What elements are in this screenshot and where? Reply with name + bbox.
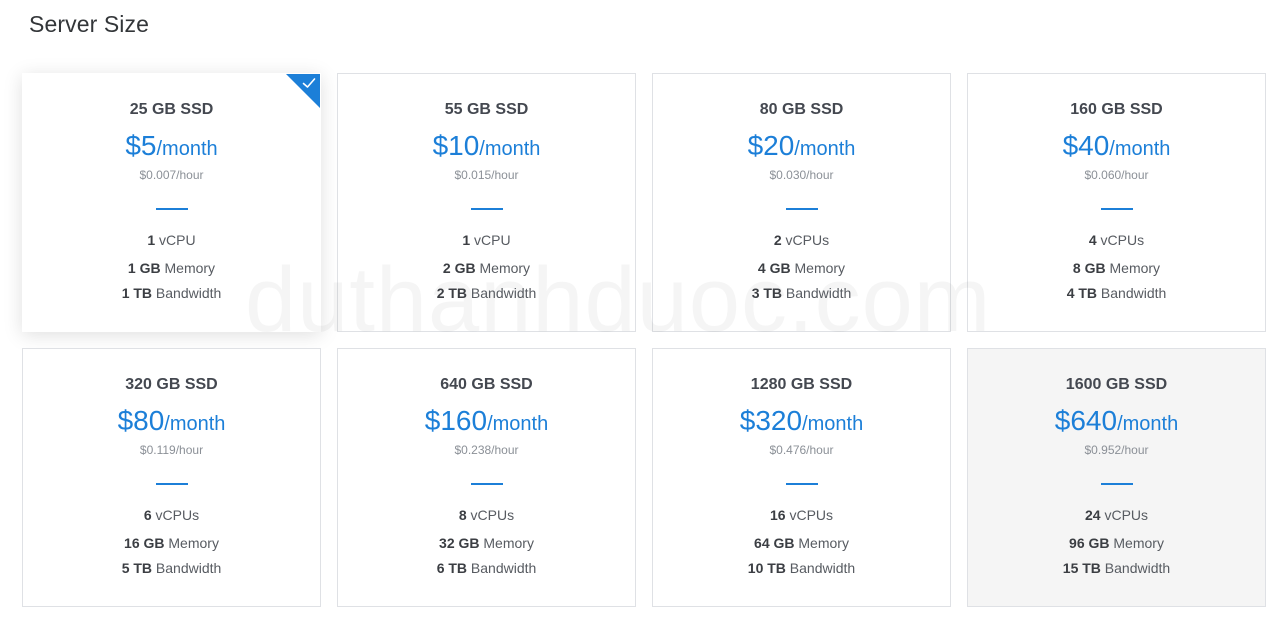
plan-memory: 96 GB Memory [1069, 535, 1164, 551]
plan-hourly-price: $0.476/hour [769, 443, 834, 457]
plan-price: $160/month [338, 404, 635, 443]
plan-price-period: /month [802, 413, 864, 435]
plan-card-55gb[interactable]: 55 GB SSD $10/month $0.015/hour 1 vCPU 2… [337, 73, 636, 332]
checkmark-icon [302, 78, 316, 88]
plan-memory: 8 GB Memory [1072, 260, 1161, 276]
plan-cpu: 6 vCPUs [143, 507, 200, 523]
plan-memory: 32 GB Memory [439, 535, 534, 551]
plan-price-amount: $160 [424, 405, 488, 436]
server-size-page: Server Size 25 GB SSD $5/month $0.007/ho… [0, 0, 1285, 628]
plan-price: $20/month [653, 129, 950, 168]
plan-hourly-price: $0.952/hour [1084, 443, 1149, 457]
plan-divider [470, 483, 503, 485]
plan-price-period: /month [156, 138, 218, 160]
plan-hourly-price: $0.119/hour [139, 443, 204, 457]
plan-cpu: 16 vCPUs [769, 507, 834, 523]
plan-price-period: /month [1109, 138, 1171, 160]
section-title: Server Size [29, 11, 149, 37]
plan-bandwidth: 5 TB Bandwidth [121, 560, 222, 576]
plan-hourly-price: $0.007/hour [139, 168, 204, 182]
plan-disk: 25 GB SSD [129, 101, 214, 118]
plan-hourly-price: $0.238/hour [454, 443, 519, 457]
plan-price-period: /month [487, 413, 549, 435]
plan-bandwidth: 6 TB Bandwidth [436, 560, 537, 576]
plan-card-1600gb[interactable]: 1600 GB SSD $640/month $0.952/hour 24 vC… [967, 348, 1266, 607]
plan-price-amount: $10 [432, 130, 480, 161]
plan-divider [470, 208, 503, 210]
plan-memory: 4 GB Memory [757, 260, 846, 276]
plan-cpu: 8 vCPUs [458, 507, 515, 523]
plan-divider [1100, 483, 1133, 485]
plan-card-160gb[interactable]: 160 GB SSD $40/month $0.060/hour 4 vCPUs… [967, 73, 1266, 332]
plan-card-1280gb[interactable]: 1280 GB SSD $320/month $0.476/hour 16 vC… [652, 348, 951, 607]
plan-bandwidth: 4 TB Bandwidth [1066, 285, 1167, 301]
plan-memory: 1 GB Memory [127, 260, 216, 276]
plan-price-amount: $40 [1062, 130, 1110, 161]
plan-price-period: /month [479, 138, 541, 160]
plan-price: $640/month [968, 404, 1265, 443]
plan-price-period: /month [794, 138, 856, 160]
plan-disk: 1600 GB SSD [1065, 376, 1168, 393]
plan-hourly-price: $0.060/hour [1084, 168, 1149, 182]
plan-card-25gb[interactable]: 25 GB SSD $5/month $0.007/hour 1 vCPU 1 … [22, 73, 321, 332]
plan-memory: 64 GB Memory [754, 535, 849, 551]
plan-price-amount: $640 [1054, 405, 1118, 436]
plan-bandwidth: 10 TB Bandwidth [747, 560, 856, 576]
plan-price: $320/month [653, 404, 950, 443]
plan-price: $5/month [23, 129, 320, 168]
plan-divider [785, 208, 818, 210]
plan-memory: 2 GB Memory [442, 260, 531, 276]
plan-price-amount: $80 [117, 405, 165, 436]
plan-divider [785, 483, 818, 485]
plan-price-period: /month [1117, 413, 1179, 435]
plan-hourly-price: $0.030/hour [769, 168, 834, 182]
plan-memory: 16 GB Memory [124, 535, 219, 551]
plan-divider [155, 483, 188, 485]
plan-disk: 160 GB SSD [1070, 101, 1163, 118]
plan-card-80gb[interactable]: 80 GB SSD $20/month $0.030/hour 2 vCPUs … [652, 73, 951, 332]
plan-disk: 1280 GB SSD [750, 376, 853, 393]
plan-disk: 640 GB SSD [440, 376, 533, 393]
plan-disk: 320 GB SSD [125, 376, 218, 393]
plan-divider [1100, 208, 1133, 210]
plan-price: $10/month [338, 129, 635, 168]
plan-hourly-price: $0.015/hour [454, 168, 519, 182]
plan-card-320gb[interactable]: 320 GB SSD $80/month $0.119/hour 6 vCPUs… [22, 348, 321, 607]
plan-price-period: /month [164, 413, 226, 435]
plan-cpu: 1 vCPU [147, 232, 196, 248]
plan-bandwidth: 1 TB Bandwidth [121, 285, 222, 301]
plan-cpu: 2 vCPUs [773, 232, 830, 248]
plan-price: $40/month [968, 129, 1265, 168]
plan-disk: 55 GB SSD [444, 101, 529, 118]
plan-price: $80/month [23, 404, 320, 443]
plan-bandwidth: 3 TB Bandwidth [751, 285, 852, 301]
plan-disk: 80 GB SSD [759, 101, 844, 118]
plan-bandwidth: 2 TB Bandwidth [436, 285, 537, 301]
plan-divider [155, 208, 188, 210]
plan-price-amount: $320 [739, 405, 803, 436]
plan-card-640gb[interactable]: 640 GB SSD $160/month $0.238/hour 8 vCPU… [337, 348, 636, 607]
plan-price-amount: $20 [747, 130, 795, 161]
plan-cpu: 24 vCPUs [1084, 507, 1149, 523]
plan-price-amount: $5 [125, 130, 157, 161]
plan-cpu: 1 vCPU [462, 232, 511, 248]
plan-bandwidth: 15 TB Bandwidth [1062, 560, 1171, 576]
plan-cpu: 4 vCPUs [1088, 232, 1145, 248]
